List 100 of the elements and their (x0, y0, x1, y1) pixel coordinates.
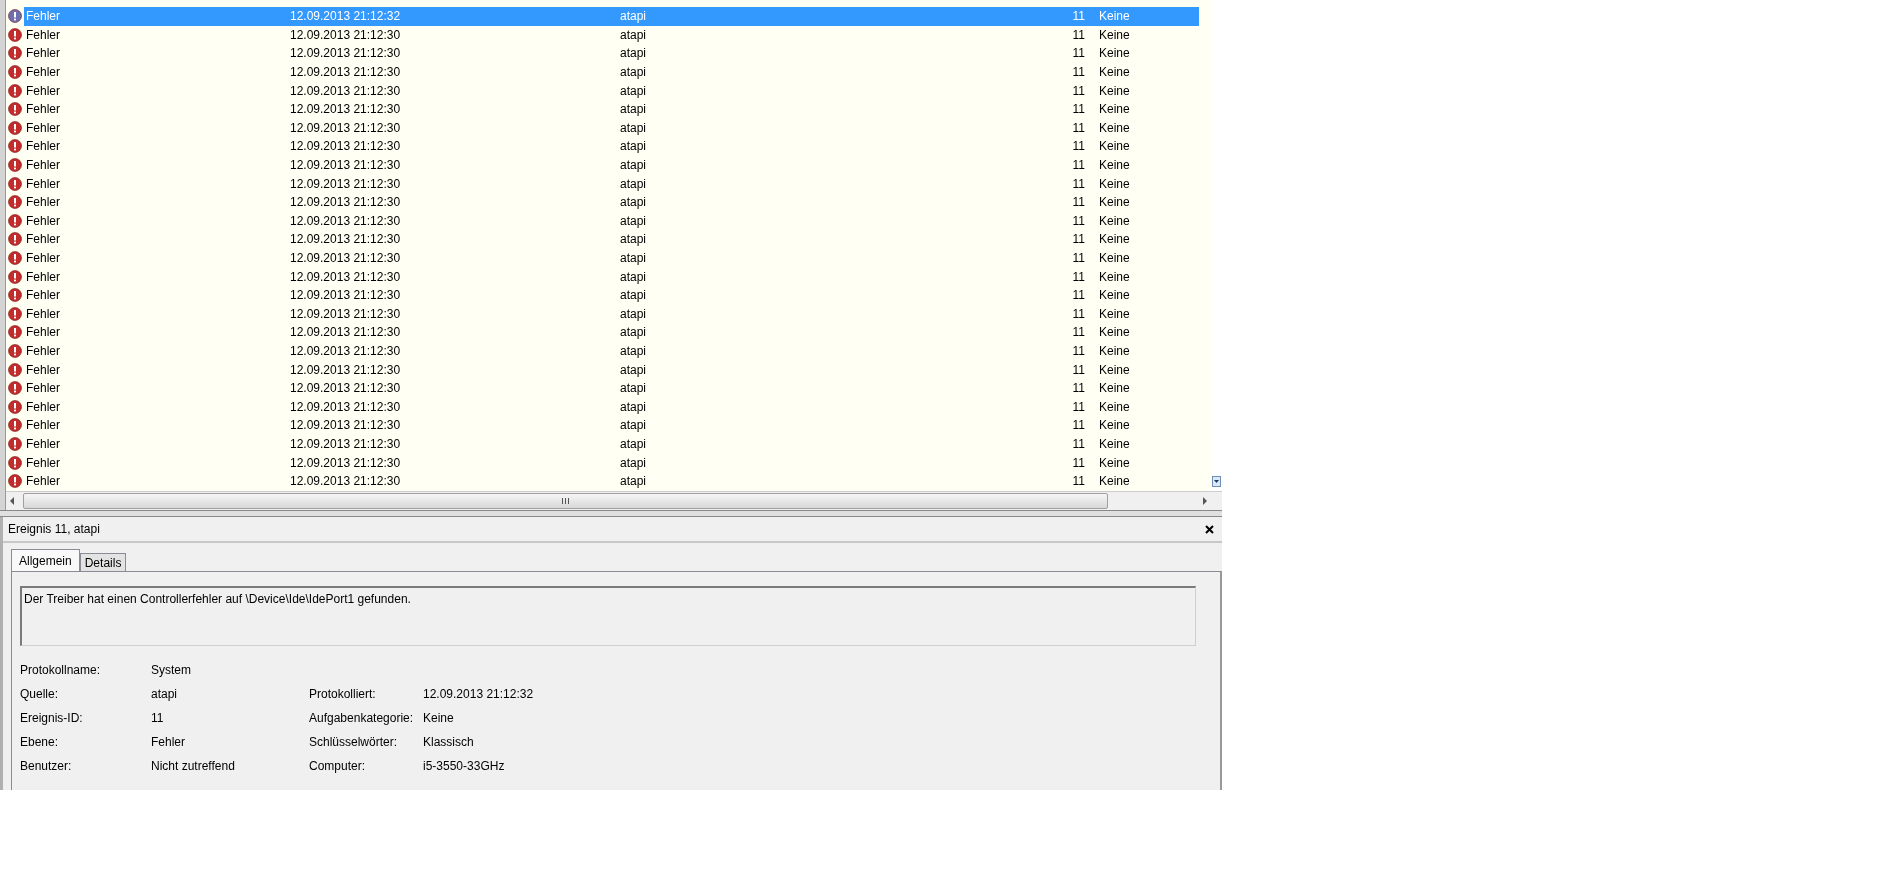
table-cell-text: Keine (1098, 65, 1131, 80)
table-row[interactable]: Fehler (24, 304, 290, 324)
table-cell-text: Keine (1098, 474, 1131, 489)
table-cell-text: 12.09.2013 21:12:30 (290, 176, 402, 191)
table-cell-text: 11 (1071, 46, 1085, 61)
table-row[interactable]: Fehler (24, 155, 290, 175)
table-cell-text: 12.09.2013 21:12:30 (290, 418, 402, 433)
table-cell-text: 11 (1071, 381, 1085, 396)
table-cell-text: Fehler (25, 250, 61, 266)
table-cell-text: 12.09.2013 21:12:30 (290, 232, 402, 247)
table-cell-text: Fehler (25, 305, 61, 322)
table-cell-text: 11 (1071, 83, 1085, 98)
table-cell-text: atapi (620, 306, 648, 321)
table-cell: Keine (1085, 6, 1199, 26)
table-row[interactable]: Fehler (24, 415, 290, 435)
table-cell-text: atapi (620, 102, 648, 117)
table-cell-text: Keine (1098, 102, 1131, 117)
table-cell-text: Keine (1098, 362, 1131, 377)
property-label: Quelle: (20, 687, 60, 701)
error-icon (8, 65, 22, 80)
table-row[interactable]: Fehler (24, 471, 290, 491)
table-cell-text: atapi (620, 195, 648, 210)
table-cell-text: 12.09.2013 21:12:30 (290, 269, 402, 284)
table-cell-text: Fehler (25, 8, 61, 25)
property-value: Keine (423, 711, 454, 725)
property-value: atapi (151, 687, 179, 701)
table-cell-text: Fehler (25, 454, 61, 471)
table-row[interactable]: Fehler (24, 229, 290, 249)
table-cell-text: Fehler (25, 64, 61, 81)
message-box: Der Treiber hat einen Controllerfehler auf \Device\Ide\IdePort1 gefunden. (20, 586, 1196, 646)
table-cell-text: atapi (620, 474, 648, 489)
table-cell-text: Keine (1098, 232, 1131, 247)
table-row[interactable]: Fehler (24, 99, 290, 119)
table-cell-text: atapi (620, 232, 648, 247)
table-row[interactable]: Fehler (24, 62, 290, 82)
table-cell-text: 11 (1071, 120, 1085, 135)
error-icon (8, 325, 22, 340)
property-value: Klassisch (423, 735, 474, 749)
scroll-down-icon[interactable] (1212, 476, 1221, 488)
table-row[interactable]: Fehler (24, 378, 290, 398)
table-cell-text: atapi (620, 83, 648, 98)
table-cell-text: 12.09.2013 21:12:30 (290, 83, 402, 98)
error-icon (8, 474, 22, 489)
table-row[interactable]: Fehler (24, 267, 290, 287)
table-row[interactable]: Fehler (24, 44, 290, 63)
table-row[interactable]: Fehler (24, 434, 290, 454)
table-cell-text: 11 (1071, 474, 1085, 489)
table-row[interactable]: Fehler (24, 25, 290, 45)
table-cell-text: Fehler (25, 194, 61, 211)
table-row[interactable]: Fehler (24, 453, 290, 473)
table-cell-text: Fehler (25, 26, 61, 43)
property-label: Schlüsselwörter: (309, 735, 399, 749)
table-cell-text: 11 (1071, 418, 1085, 433)
table-cell-text: atapi (620, 176, 648, 191)
table-cell-text: 12.09.2013 21:12:30 (290, 325, 402, 340)
property-label: Ebene: (20, 735, 60, 749)
error-icon (8, 306, 22, 321)
table-cell-text: 12.09.2013 21:12:30 (290, 251, 402, 265)
table-row[interactable]: Fehler (24, 211, 290, 231)
table-cell-text: Keine (1098, 158, 1131, 173)
table-cell: 12.09.2013 21:12:32 (290, 6, 620, 26)
table-cell-text: Fehler (25, 380, 61, 397)
property-label: Ereignis-ID: (20, 711, 84, 725)
table-row[interactable]: Fehler (24, 285, 290, 305)
table-row[interactable]: Fehler (24, 341, 290, 361)
error-icon (8, 269, 22, 284)
error-icon (8, 251, 22, 265)
table-row[interactable]: Fehler (24, 136, 290, 156)
table-cell-text: Keine (1098, 436, 1131, 451)
table-cell-text: Fehler (25, 398, 61, 415)
table-row[interactable]: Fehler (24, 248, 290, 268)
scrollbar-thumb[interactable] (23, 493, 1108, 509)
table-cell-text: 11 (1071, 158, 1085, 173)
error-icon (8, 102, 22, 117)
tab[interactable]: Allgemein (11, 549, 80, 571)
table-row[interactable]: Fehler (24, 192, 290, 212)
table-cell-text: Fehler (25, 473, 61, 490)
property-label: Protokollname: (20, 663, 102, 677)
scroll-left-icon[interactable] (9, 497, 15, 505)
table-row[interactable]: Fehler (24, 360, 290, 380)
property-value: Nicht zutreffend (151, 759, 236, 773)
error-icon (8, 176, 22, 191)
tab[interactable]: Details (79, 553, 127, 571)
table-row[interactable]: Fehler (24, 322, 290, 342)
table-cell-text: Keine (1098, 455, 1131, 470)
splitter[interactable] (0, 510, 1222, 517)
table-cell-text: Keine (1098, 288, 1131, 303)
scroll-right-icon[interactable] (1202, 497, 1208, 505)
table-row[interactable]: Fehler (24, 118, 290, 138)
table-row[interactable]: Fehler (24, 81, 290, 101)
table-row[interactable]: Fehler (24, 174, 290, 194)
table-cell-text: 12.09.2013 21:12:30 (290, 455, 402, 470)
table-row[interactable]: Fehler (24, 397, 290, 417)
table-cell-text: atapi (620, 158, 648, 173)
event-list[interactable] (6, 0, 1212, 492)
close-icon[interactable] (1205, 524, 1214, 534)
table-cell-text: atapi (620, 213, 648, 228)
error-icon (8, 83, 22, 98)
table-cell-text: atapi (620, 436, 648, 451)
error-icon (8, 362, 22, 377)
